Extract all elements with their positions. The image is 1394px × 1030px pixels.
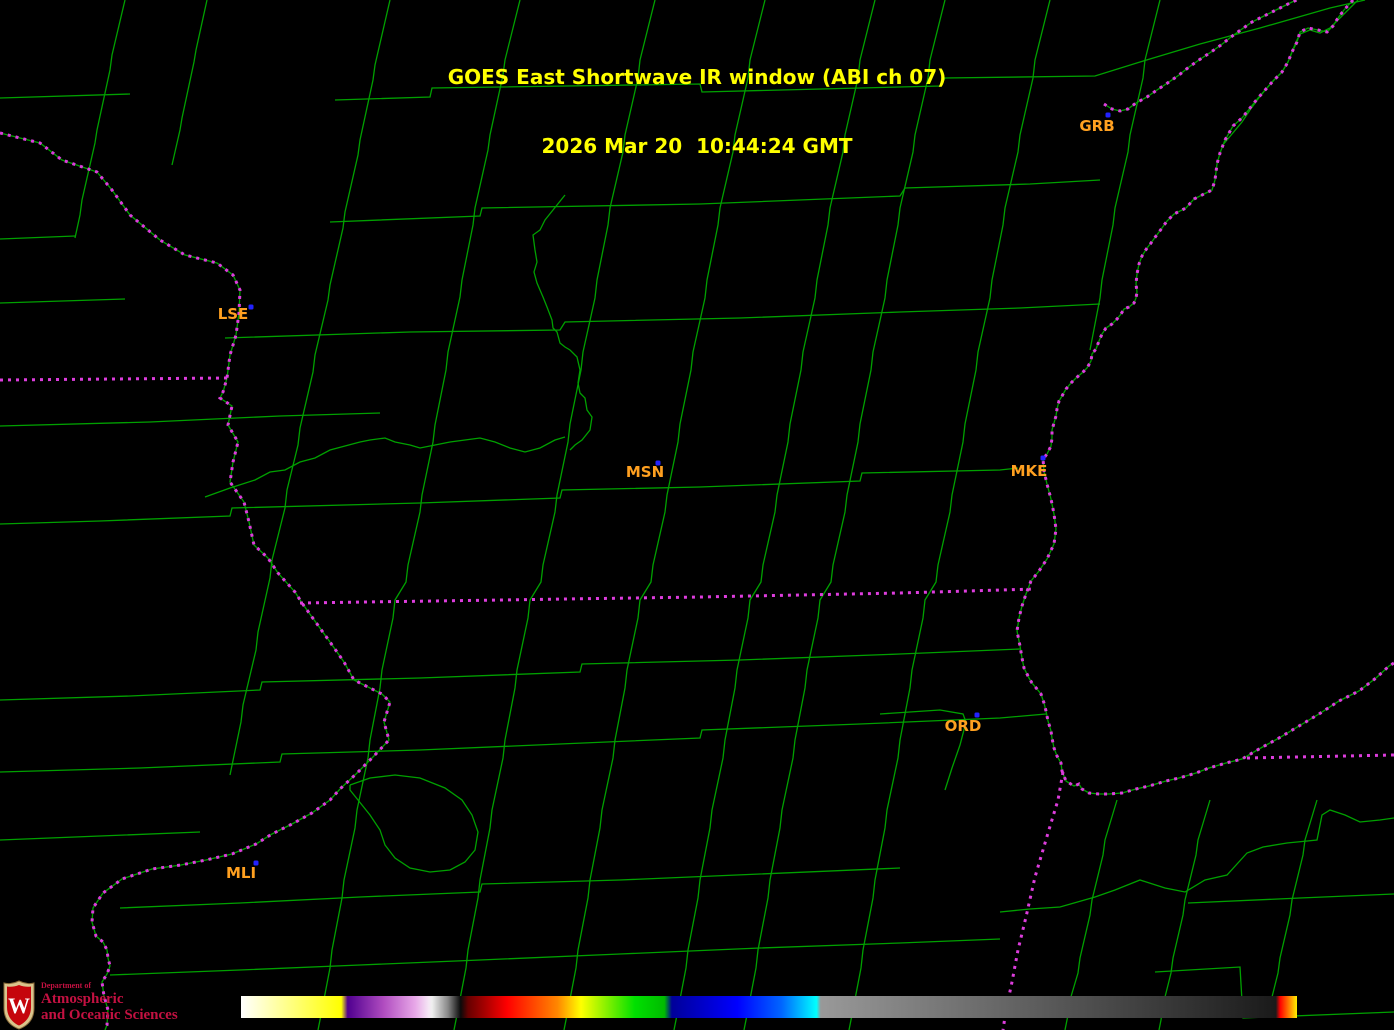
il-in-border [1003, 772, 1063, 1030]
city-label-MLI: MLI [226, 864, 256, 882]
logo-line-3: and Oceanic Sciences [41, 1008, 178, 1023]
county-boundary-line [0, 413, 380, 426]
green-bay-west-shore [1104, 0, 1297, 111]
city-dot-LSE [249, 305, 254, 310]
county-boundary-line [330, 180, 1100, 222]
county-boundary-line [172, 0, 207, 165]
county-boundary-line [0, 832, 200, 840]
city-label-MSN: MSN [626, 463, 664, 481]
county-boundary-line [533, 195, 592, 450]
county-boundary-line [0, 94, 130, 98]
county-boundary-line [454, 0, 655, 1030]
county-boundary-line [1222, 0, 1358, 146]
mi-in-border [1247, 755, 1394, 758]
county-boundary-line [205, 437, 565, 497]
county-boundary-line [1270, 800, 1317, 1005]
county-boundary-line [0, 714, 1046, 772]
county-boundary-line [0, 468, 1018, 524]
county-boundary-line [75, 0, 125, 238]
city-dot-MKE [1041, 456, 1046, 461]
county-boundary-line [1090, 0, 1160, 350]
county-boundary-line [1188, 894, 1394, 903]
county-boundary-line [0, 236, 75, 239]
county-boundary-line [110, 939, 1000, 975]
green-bay-west-shore-shoreline [1104, 0, 1297, 111]
lake-michigan-shore-shoreline [1017, 0, 1394, 794]
county-borders-layer [0, 0, 1394, 1030]
mn-ia-border [0, 378, 227, 380]
state-borders-layer [0, 0, 1394, 1030]
svg-text:W: W [8, 993, 30, 1018]
city-label-GRB: GRB [1079, 117, 1114, 135]
uw-crest-icon: W [3, 980, 35, 1030]
lake-michigan-shore [1017, 0, 1394, 794]
logo-text: Department of Atmospheric and Oceanic Sc… [41, 982, 178, 1023]
map-svg [0, 0, 1394, 1030]
county-boundary-line [849, 0, 1050, 1030]
city-label-ORD: ORD [945, 717, 982, 735]
mississippi-river-border [0, 133, 390, 1030]
county-boundary-line [335, 0, 1365, 100]
county-boundary-line [318, 0, 520, 1030]
logo-line-2: Atmospheric [41, 992, 178, 1007]
county-boundary-line [350, 775, 478, 872]
city-label-MKE: MKE [1011, 462, 1048, 480]
county-boundary-line [225, 304, 1100, 338]
county-boundary-line [0, 299, 125, 303]
county-boundary-line [230, 0, 390, 775]
mississippi-river-border-shoreline [0, 133, 390, 1030]
city-label-LSE: LSE [218, 305, 249, 323]
county-boundary-line [0, 649, 1020, 700]
logo-dept-line: Department of [41, 982, 178, 990]
temperature-colorbar [241, 996, 1297, 1018]
uw-aos-logo: W Department of Atmospheric and Oceanic … [3, 979, 243, 1030]
satellite-image-screen: GOES East Shortwave IR window (ABI ch 07… [0, 0, 1394, 1030]
